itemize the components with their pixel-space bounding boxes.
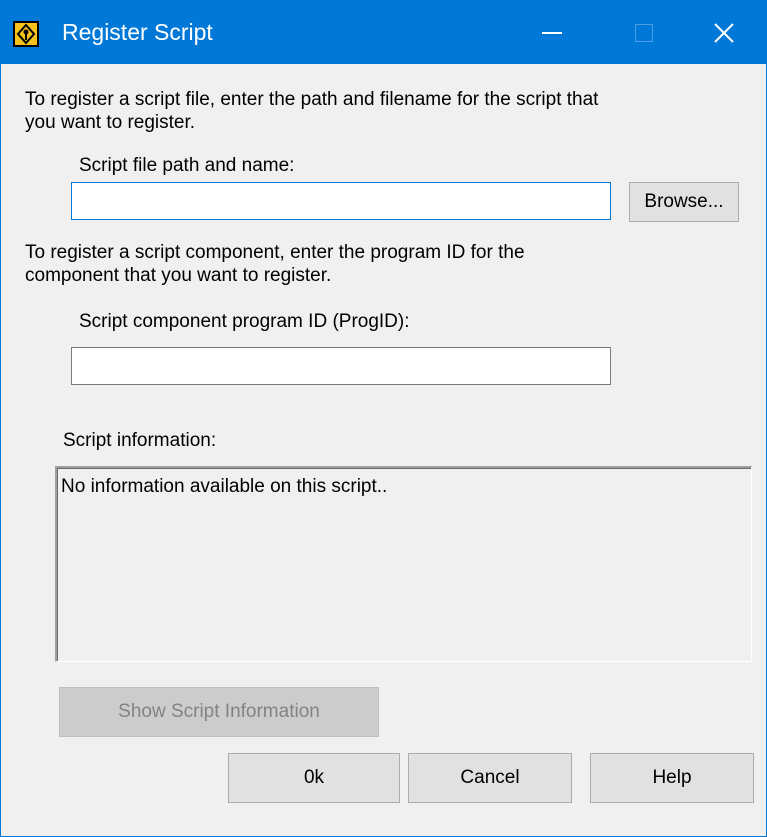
- script-file-path-input[interactable]: [71, 182, 611, 220]
- component-instructions-line2: component that you want to register.: [25, 265, 332, 286]
- ok-button[interactable]: 0k: [228, 753, 400, 803]
- script-information-text: No information available on this script.…: [61, 476, 388, 497]
- dialog-body: To register a script file, enter the pat…: [1, 64, 766, 836]
- cancel-button[interactable]: Cancel: [408, 753, 572, 803]
- script-information-label: Script information:: [63, 430, 217, 451]
- component-progid-input[interactable]: [71, 347, 611, 385]
- cancel-button-label: Cancel: [460, 767, 520, 788]
- script-file-instructions-line2: you want to register.: [25, 112, 196, 133]
- register-script-app-icon[interactable]: [13, 21, 39, 47]
- minimize-icon: [542, 31, 562, 34]
- help-button-label: Help: [652, 767, 692, 788]
- maximize-button: [598, 1, 690, 64]
- minimize-button[interactable]: [506, 1, 598, 64]
- show-script-information-button[interactable]: Show Script Information: [59, 687, 379, 737]
- component-instructions-line1: To register a script component, enter th…: [25, 242, 525, 263]
- component-progid-label: Script component program ID (ProgID):: [79, 311, 410, 332]
- show-script-information-label: Show Script Information: [118, 701, 320, 722]
- maximize-icon: [635, 23, 653, 42]
- script-file-instructions-line1: To register a script file, enter the pat…: [25, 89, 599, 110]
- register-script-dialog: Register Script To register a script fil…: [0, 0, 767, 837]
- help-button[interactable]: Help: [590, 753, 754, 803]
- close-icon: [713, 22, 734, 43]
- script-information-box[interactable]: No information available on this script.…: [55, 466, 752, 662]
- ok-button-label: 0k: [303, 767, 325, 788]
- title-bar[interactable]: Register Script: [1, 1, 766, 64]
- browse-button-label: Browse...: [644, 191, 724, 212]
- script-file-label: Script file path and name:: [79, 155, 295, 176]
- close-button[interactable]: [681, 1, 766, 64]
- browse-button[interactable]: Browse...: [629, 182, 739, 222]
- window-title: Register Script: [62, 19, 213, 45]
